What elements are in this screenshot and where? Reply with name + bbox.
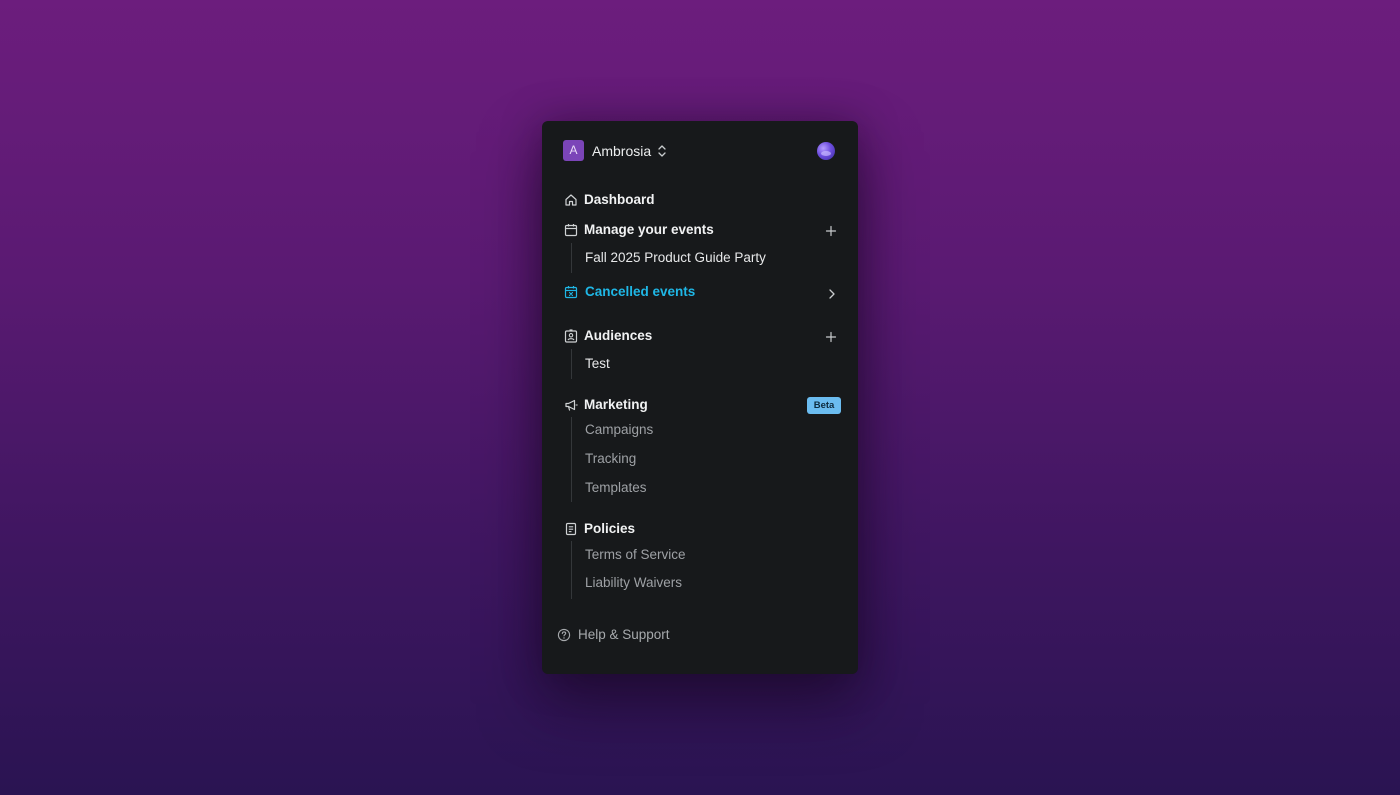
home-icon (565, 194, 577, 206)
beta-badge: Beta (807, 397, 841, 414)
workspace-name[interactable]: Ambrosia (592, 142, 651, 160)
add-audience-plus-icon[interactable] (825, 331, 837, 343)
nav-audiences[interactable]: Audiences (584, 327, 652, 345)
add-event-plus-icon[interactable] (825, 225, 837, 237)
calendar-icon (564, 224, 578, 237)
tree-line (571, 417, 572, 502)
nav-cancelled-events[interactable]: Cancelled events (585, 283, 695, 301)
audience-item[interactable]: Test (585, 355, 610, 373)
marketing-item-campaigns[interactable]: Campaigns (585, 421, 653, 439)
user-avatar[interactable] (817, 142, 835, 160)
chevron-right-icon[interactable] (827, 288, 837, 300)
nav-manage-events[interactable]: Manage your events (584, 221, 714, 239)
chevron-up-down-icon[interactable] (656, 144, 668, 158)
event-item[interactable]: Fall 2025 Product Guide Party (585, 249, 766, 267)
tree-line (571, 349, 572, 379)
nav-policies[interactable]: Policies (584, 520, 635, 538)
tree-line (571, 243, 572, 273)
help-support-link[interactable]: Help & Support (578, 626, 670, 644)
nav-dashboard[interactable]: Dashboard (584, 191, 655, 209)
help-circle-icon (557, 628, 571, 642)
workspace-avatar[interactable]: A (563, 140, 584, 161)
nav-marketing[interactable]: Marketing (584, 396, 648, 414)
sidebar-panel: A Ambrosia Dashboard Manage your events … (542, 121, 858, 674)
policy-item-waivers[interactable]: Liability Waivers (585, 574, 682, 592)
policy-item-terms[interactable]: Terms of Service (585, 546, 686, 564)
document-icon (565, 522, 577, 536)
calendar-x-icon (564, 286, 578, 299)
megaphone-icon (565, 399, 578, 411)
tree-line (571, 541, 572, 599)
contact-card-icon (564, 329, 578, 343)
marketing-item-tracking[interactable]: Tracking (585, 450, 636, 468)
marketing-item-templates[interactable]: Templates (585, 479, 647, 497)
